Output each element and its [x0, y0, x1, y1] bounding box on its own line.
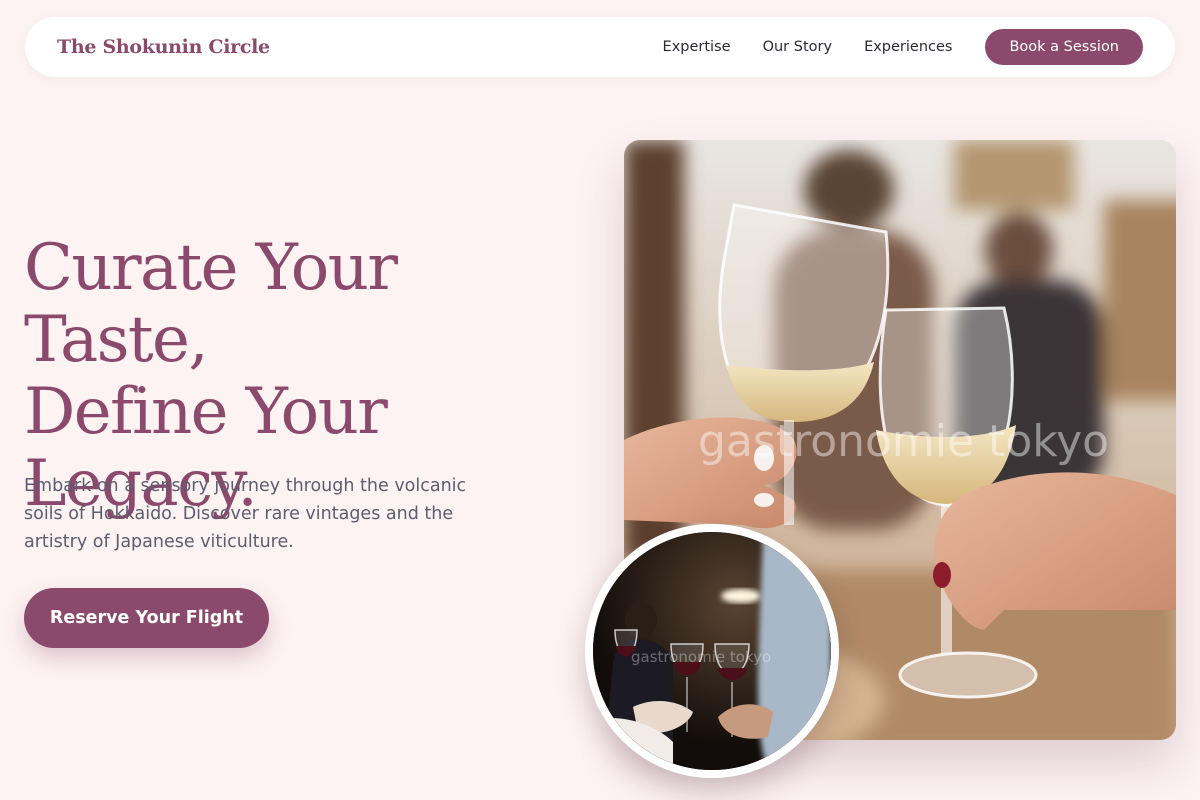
nav-link-experiences[interactable]: Experiences: [864, 39, 952, 55]
reserve-flight-button[interactable]: Reserve Your Flight: [24, 588, 269, 648]
main-watermark: gastronomie tokyo: [698, 416, 1109, 467]
dinner-wine-illustration: gastronomie tokyo: [593, 532, 831, 770]
dinner-wine-photo: gastronomie tokyo: [585, 524, 839, 778]
nav-links: Expertise Our Story Experiences Book a S…: [663, 29, 1143, 65]
hero-title-line: Define Your: [24, 375, 388, 449]
brand-logo[interactable]: The Shokunin Circle: [57, 36, 270, 58]
nav-link-expertise[interactable]: Expertise: [663, 39, 731, 55]
hero-title-line: Curate Your Taste,: [24, 231, 398, 377]
book-session-button[interactable]: Book a Session: [985, 29, 1143, 65]
circle-watermark: gastronomie tokyo: [631, 648, 771, 666]
nav-link-our-story[interactable]: Our Story: [763, 39, 832, 55]
top-navbar: The Shokunin Circle Expertise Our Story …: [25, 17, 1175, 77]
hero-subtitle: Embark on a sensory journey through the …: [24, 476, 467, 552]
